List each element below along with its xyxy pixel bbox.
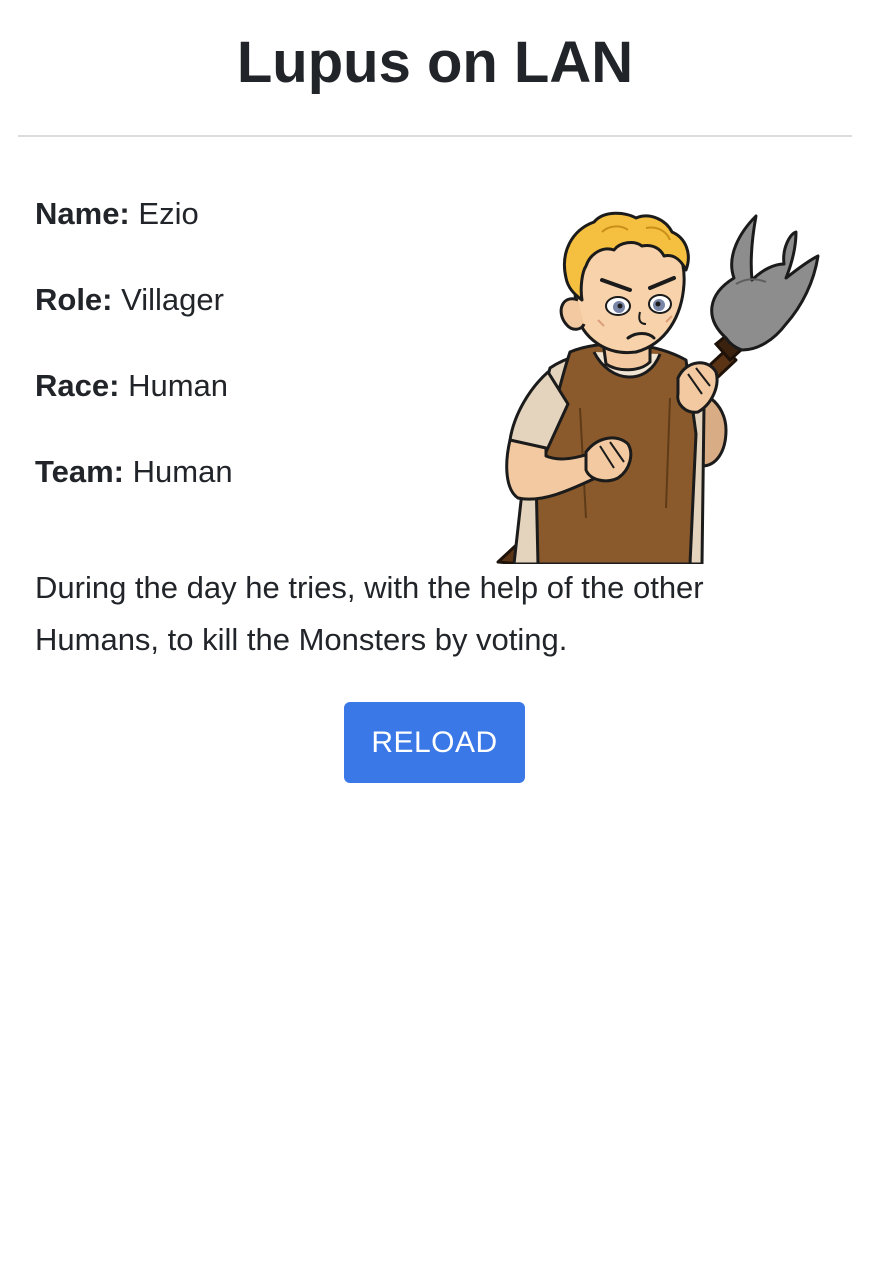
character-info: Name: Ezio Role: Villager Race: Human Te… <box>35 192 475 536</box>
role-description: During the day he tries, with the help o… <box>35 570 704 657</box>
role-label: Role: <box>35 282 113 317</box>
villager-portrait <box>490 208 830 566</box>
name-row: Name: Ezio <box>35 192 475 236</box>
team-row: Team: Human <box>35 450 475 494</box>
role-value: Villager <box>121 282 224 317</box>
name-label: Name: <box>35 196 130 231</box>
race-label: Race: <box>35 368 120 403</box>
header-divider <box>18 135 852 137</box>
reload-button[interactable]: RELOAD <box>344 702 525 783</box>
name-value: Ezio <box>138 196 199 231</box>
page-title: Lupus on LAN <box>236 30 634 95</box>
team-label: Team: <box>35 454 125 489</box>
team-value: Human <box>132 454 233 489</box>
villager-with-pitchfork-icon <box>496 211 820 566</box>
role-row: Role: Villager <box>35 278 475 322</box>
race-row: Race: Human <box>35 364 475 408</box>
race-value: Human <box>128 368 228 403</box>
